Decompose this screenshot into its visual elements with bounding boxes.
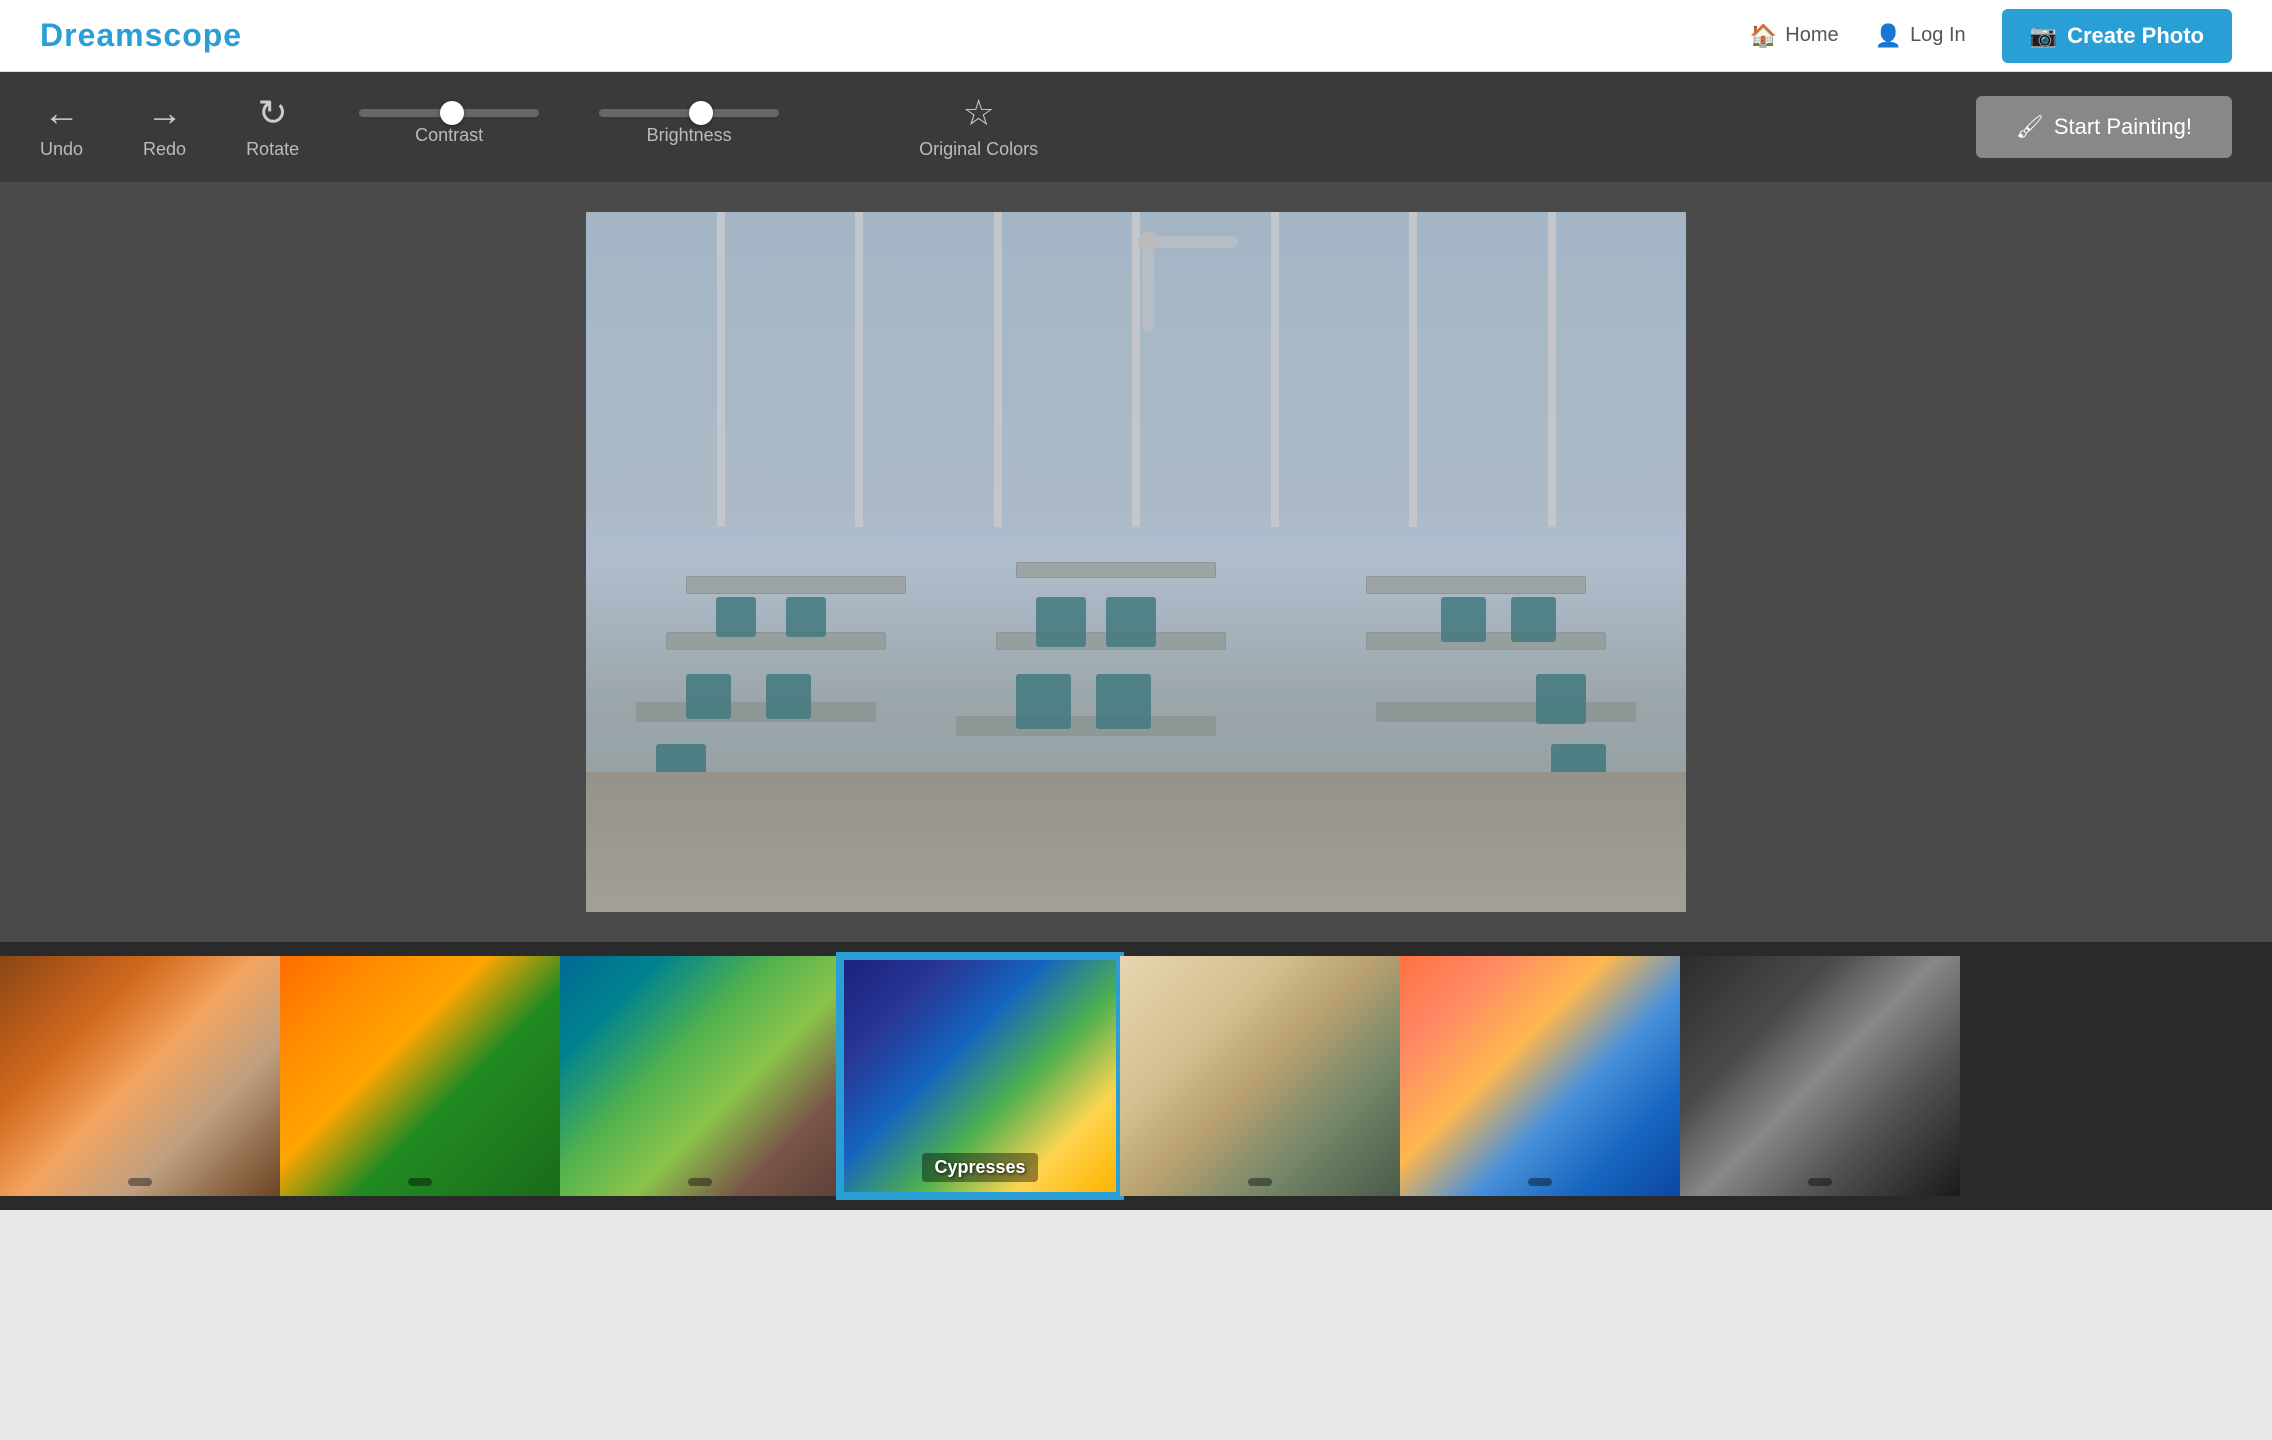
style-thumb-portrait[interactable] [0,956,280,1196]
chair-1 [716,597,756,637]
style-autumn-label [408,1178,432,1186]
fan-center [1138,232,1158,252]
style-man-preview [1680,956,1960,1196]
style-thumb-starry[interactable]: Cypresses [840,956,1120,1196]
style-thumb-impressionist[interactable] [1400,956,1680,1196]
rotate-label: Rotate [246,139,299,160]
fan-blade-1 [1148,236,1238,248]
home-icon [1750,23,1777,49]
logo[interactable]: Dreamscope [40,17,242,54]
styles-strip: Cypresses [0,942,2272,1210]
classroom-scene [586,212,1686,912]
style-thumb-boats[interactable] [1120,956,1400,1196]
style-thumb-man[interactable] [1680,956,1960,1196]
style-thumb-abstract[interactable] [560,956,840,1196]
window-frame-3 [863,212,1002,527]
window-frame-2 [725,212,864,527]
chair-4 [766,674,811,719]
style-boats-label [1248,1178,1272,1186]
fan-blade-2 [1142,242,1154,332]
star-icon: ☆ [962,95,994,131]
home-nav-item[interactable]: Home [1750,23,1839,49]
window-frame-6 [1279,212,1418,527]
contrast-slider-thumb[interactable] [440,101,464,125]
contrast-label: Contrast [415,125,483,146]
original-colors-label: Original Colors [919,139,1038,160]
desk-row1-left [686,576,906,594]
chair-11 [1441,597,1486,642]
login-nav-item[interactable]: Log In [1875,23,1966,49]
chair-10 [1511,597,1556,642]
start-painting-label: Start Painting! [2054,114,2192,140]
chair-3 [686,674,731,719]
contrast-slider-track[interactable] [359,109,539,117]
style-starry-preview: Cypresses [844,960,1116,1192]
style-portrait-preview [0,956,280,1196]
desk-row3-mid [956,716,1216,736]
chair-7 [1106,597,1156,647]
create-photo-button[interactable]: Create Photo [2002,9,2232,63]
header: Dreamscope Home Log In Create Photo [0,0,2272,72]
desk-row2-left [666,632,886,650]
undo-icon: ← [44,95,80,131]
redo-label: Redo [143,139,186,160]
brightness-label: Brightness [647,125,732,146]
style-autumn-preview [280,956,560,1196]
style-abstract-label [688,1178,712,1186]
chair-12 [1536,674,1586,724]
desk-row2-right [1366,632,1606,650]
login-label: Log In [1910,24,1966,47]
style-impressionist-preview [1400,956,1680,1196]
style-man-label [1808,1178,1832,1186]
classroom-floor [586,772,1686,912]
style-portrait-label [128,1178,152,1186]
camera-icon [2030,23,2057,49]
desk-row1-right [1366,576,1586,594]
toolbar: ← Undo → Redo ↻ Rotate Contrast Brightne… [0,72,2272,182]
brightness-slider-track[interactable] [599,109,779,117]
redo-button[interactable]: → Redo [143,95,186,160]
style-abstract-preview [560,956,840,1196]
contrast-control[interactable]: Contrast [359,109,539,146]
original-colors-button[interactable]: ☆ Original Colors [919,95,1038,160]
rotate-icon: ↻ [258,95,288,131]
paint-brush-icon [2016,114,2044,140]
style-starry-label: Cypresses [922,1153,1037,1182]
undo-label: Undo [40,139,83,160]
create-photo-label: Create Photo [2067,23,2204,49]
rotate-button[interactable]: ↻ Rotate [246,95,299,160]
style-impressionist-label [1528,1178,1552,1186]
chair-2 [786,597,826,637]
brightness-slider-thumb[interactable] [689,101,713,125]
desk-row3-right [1376,702,1636,722]
photo-canvas [586,212,1686,912]
desk-row1-mid [1016,562,1216,578]
undo-button[interactable]: ← Undo [40,95,83,160]
chair-9 [1096,674,1151,729]
user-icon [1875,23,1902,49]
window-frame-1 [586,212,725,527]
desk-row3-left [636,702,876,722]
header-nav: Home Log In Create Photo [1750,9,2232,63]
ceiling-fan [1048,222,1248,262]
redo-icon: → [147,95,183,131]
home-label: Home [1785,24,1838,47]
main-area [0,182,2272,942]
window-frame-7 [1417,212,1556,527]
brightness-control[interactable]: Brightness [599,109,779,146]
style-thumb-autumn[interactable] [280,956,560,1196]
chair-8 [1016,674,1071,729]
style-boats-preview [1120,956,1400,1196]
start-painting-button[interactable]: Start Painting! [1976,96,2232,158]
window-frame-8 [1556,212,1687,527]
chair-6 [1036,597,1086,647]
